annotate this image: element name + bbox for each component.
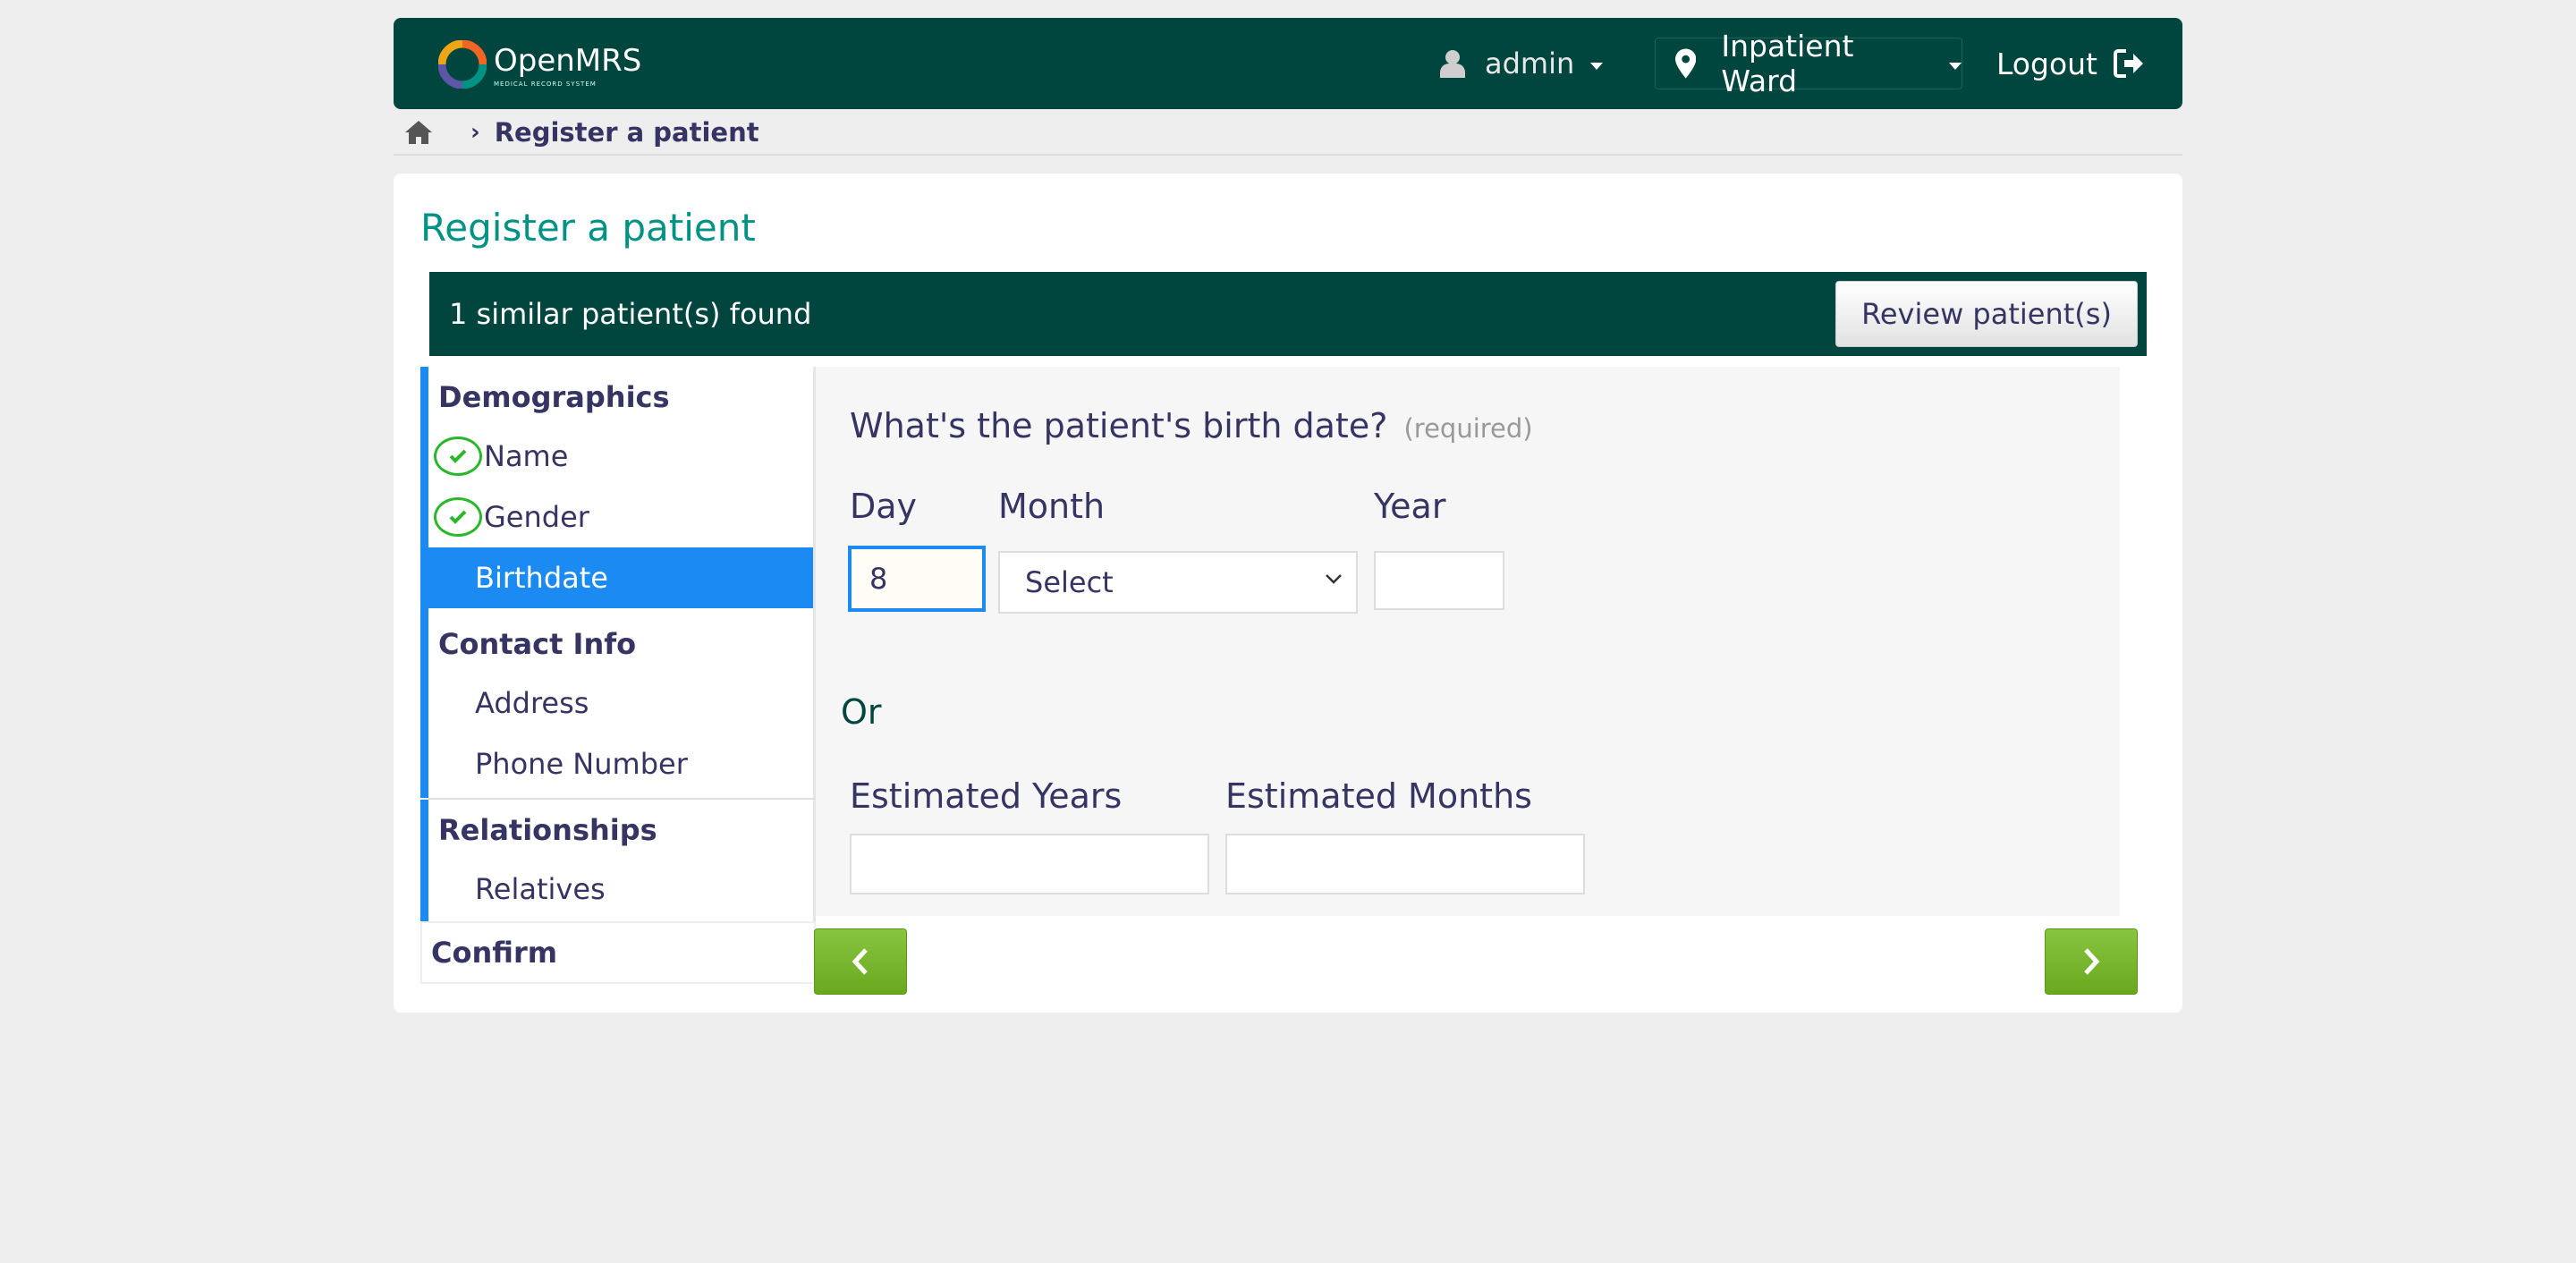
nav-heading-demographics[interactable]: Demographics: [428, 367, 816, 426]
nav-item-label: Gender: [484, 500, 589, 534]
estimated-months-input[interactable]: [1225, 834, 1585, 894]
similar-patients-text: 1 similar patient(s) found: [449, 297, 812, 331]
user-caret-icon: [1590, 63, 1604, 70]
logout-label: Logout: [1996, 46, 2097, 81]
year-label: Year: [1374, 487, 1446, 526]
nav-heading-relationships[interactable]: Relationships: [428, 800, 816, 859]
nav-item-phone-number[interactable]: Phone Number: [428, 733, 816, 794]
nav-item-gender[interactable]: Gender: [428, 487, 816, 547]
nav-confirm[interactable]: Confirm: [420, 921, 816, 984]
required-note: (required): [1403, 413, 1533, 444]
logo-subtext: MEDICAL RECORD SYSTEM: [494, 81, 597, 88]
day-input[interactable]: [848, 546, 986, 612]
chevron-left-icon: [852, 948, 868, 975]
year-input[interactable]: [1374, 551, 1504, 610]
top-header: OpenMRS MEDICAL RECORD SYSTEM admin Inpa…: [394, 18, 2182, 109]
page-title: Register a patient: [420, 206, 756, 250]
form-navigation: Demographics Name Gender Birthdate Conta…: [420, 367, 816, 984]
nav-item-label: Address: [475, 686, 589, 720]
nav-heading-contact-info[interactable]: Contact Info: [428, 614, 816, 673]
month-select[interactable]: Select: [998, 551, 1358, 614]
breadcrumb: › Register a patient: [404, 114, 759, 150]
estimated-years-label: Estimated Years: [850, 776, 1123, 816]
user-menu[interactable]: admin: [1440, 18, 1604, 109]
logo-text: OpenMRS: [494, 43, 642, 79]
or-separator: Or: [841, 692, 882, 732]
chevron-right-icon: [2084, 948, 2100, 975]
location-name: Inpatient Ward: [1721, 29, 1854, 98]
nav-item-label: Name: [484, 439, 569, 473]
main-card: Register a patient 1 similar patient(s) …: [394, 174, 2182, 1013]
nav-section-contact-info: Contact Info Address Phone Number: [420, 614, 816, 798]
breadcrumb-divider: [394, 154, 2182, 156]
location-menu[interactable]: Inpatient Ward: [1655, 29, 1962, 98]
nav-section-demographics: Demographics Name Gender Birthdate: [420, 367, 816, 614]
breadcrumb-current: Register a patient: [494, 117, 759, 148]
chevron-right-icon: ›: [470, 119, 480, 146]
question-text: What's the patient's birth date?: [850, 406, 1388, 445]
review-patients-button[interactable]: Review patient(s): [1835, 281, 2138, 347]
logout-icon: [2114, 49, 2143, 78]
nav-item-name[interactable]: Name: [428, 426, 816, 487]
birthdate-form-panel: What's the patient's birth date? (requir…: [816, 367, 2120, 916]
day-label: Day: [850, 487, 918, 526]
home-icon[interactable]: [404, 120, 433, 145]
nav-item-label: Relatives: [475, 872, 606, 906]
next-button[interactable]: [2045, 928, 2138, 995]
check-circle-icon: [434, 437, 482, 476]
location-caret-icon: [1949, 63, 1962, 70]
nav-section-relationships: Relationships Relatives: [420, 800, 816, 923]
user-name: admin: [1485, 47, 1575, 81]
nav-item-birthdate[interactable]: Birthdate: [428, 547, 816, 608]
similar-patients-banner: 1 similar patient(s) found Review patien…: [429, 272, 2147, 356]
map-marker-icon: [1675, 48, 1697, 79]
nav-item-label: Phone Number: [475, 747, 688, 781]
chevron-down-icon: [1326, 574, 1342, 584]
month-selected-value: Select: [1025, 565, 1114, 599]
openmrs-logo-icon: [438, 40, 487, 89]
previous-button[interactable]: [814, 928, 907, 995]
nav-item-label: Birthdate: [475, 561, 608, 595]
estimated-years-input[interactable]: [850, 834, 1209, 894]
question-heading: What's the patient's birth date? (requir…: [850, 406, 1533, 445]
openmrs-logo[interactable]: OpenMRS MEDICAL RECORD SYSTEM: [438, 40, 642, 89]
check-circle-icon: [434, 497, 482, 537]
month-label: Month: [998, 487, 1106, 526]
logout-link[interactable]: Logout: [1996, 18, 2144, 109]
nav-item-address[interactable]: Address: [428, 673, 816, 733]
nav-item-relatives[interactable]: Relatives: [428, 859, 816, 920]
estimated-months-label: Estimated Months: [1225, 776, 1532, 816]
user-icon: [1440, 50, 1465, 78]
